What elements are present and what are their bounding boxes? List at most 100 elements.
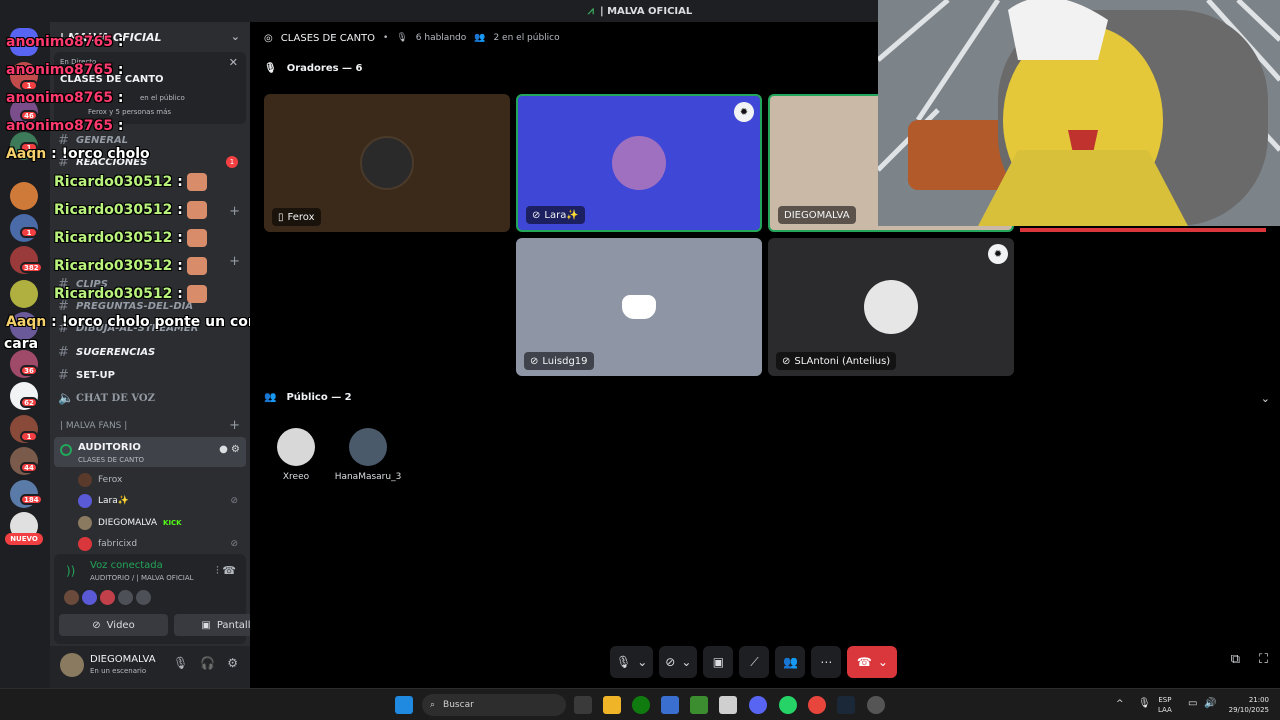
avatar[interactable] xyxy=(60,653,84,677)
task-view-icon[interactable] xyxy=(574,696,592,714)
gear-icon[interactable]: ⚙ xyxy=(227,656,238,670)
screen-share-button[interactable]: ▣ Pantalla xyxy=(174,614,250,636)
popout-icon[interactable]: ⧉ xyxy=(1231,652,1240,667)
voice-user[interactable]: Ferox xyxy=(78,470,122,490)
mic-button[interactable]: 🎙 ⌄ xyxy=(610,646,654,678)
server-badge: 46 xyxy=(20,110,38,121)
voice-location[interactable]: AUDITORIO / | MALVA OFICIAL xyxy=(90,574,194,582)
live-channel-name: CLASES DE CANTO xyxy=(60,74,164,85)
moderator-badge-icon: ✹ xyxy=(988,244,1008,264)
volume-icon[interactable]: 🔊 xyxy=(1204,699,1216,709)
stage-icon: ◎ xyxy=(264,32,273,44)
leave-call-button[interactable]: ☎ ⌄ xyxy=(847,646,898,678)
add-channel-icon[interactable]: + xyxy=(229,204,240,219)
voice-user-name: DIEGOMALVA xyxy=(98,518,158,528)
channel-set-up[interactable]: # SET-UP xyxy=(58,365,244,385)
chrome-icon[interactable] xyxy=(808,696,826,714)
webcam-feed xyxy=(878,0,1280,226)
speaker-tile[interactable]: ✹ ⊘ Lara✨ xyxy=(516,94,762,232)
discord-icon[interactable] xyxy=(749,696,767,714)
server-badge: 36 xyxy=(20,365,38,376)
screen-share-button[interactable]: ▣ xyxy=(703,646,734,678)
channel-chat-de-voz[interactable]: 🔈 CHAT DE VOZ xyxy=(58,388,244,408)
server-name: | MALVA OFICIAL xyxy=(60,30,162,44)
whatsapp-icon[interactable] xyxy=(779,696,797,714)
voice-user[interactable]: Lara✨ xyxy=(78,491,129,511)
obs-icon[interactable] xyxy=(867,696,885,714)
discord-home-icon[interactable] xyxy=(10,28,38,56)
stage-channel-name: CLASES DE CANTO xyxy=(280,32,376,44)
channel-preguntas[interactable]: # PREGUNTAS-DEL-DIA xyxy=(58,296,244,316)
malva-logo-icon: ⩘ xyxy=(587,4,594,17)
server-badge: 44 xyxy=(20,462,38,473)
add-channel-icon[interactable]: + xyxy=(229,418,240,433)
mic-icon[interactable]: 🎙 xyxy=(1138,699,1151,709)
activity-avatars xyxy=(64,590,151,605)
more-options-button[interactable]: ⋯ xyxy=(811,646,842,678)
channel-label: SUGERENCIAS xyxy=(76,346,156,358)
people-icon: 👥 xyxy=(474,33,486,43)
audience-member[interactable]: HanaMasaru_3 xyxy=(328,428,408,482)
taskbar: ⌕ Buscar ^ ESP LAA 🎙 ▭ 🔊 21:00 29/10/202… xyxy=(0,688,1280,720)
voice-user[interactable]: DIEGOMALVA KICK xyxy=(78,513,182,533)
user-name: DIEGOMALVA xyxy=(90,654,156,665)
fullscreen-icon[interactable]: ⛶ xyxy=(1259,652,1268,667)
chevron-up-icon[interactable]: ^ xyxy=(1116,699,1124,709)
speaking-count: 6 hablando xyxy=(415,33,467,43)
server-icon-7[interactable] xyxy=(10,280,38,308)
app-icon[interactable] xyxy=(719,696,737,714)
chevron-down-icon[interactable]: ⌄ xyxy=(1261,392,1270,405)
voice-channel-name: AUDITORIO xyxy=(78,442,141,453)
video-button[interactable]: ⊘ Video xyxy=(59,614,168,636)
avatar xyxy=(349,428,387,466)
server-header[interactable]: | MALVA OFICIAL ⌄ xyxy=(50,22,250,52)
live-stage-card[interactable]: En Directo ✕ CLASES DE CANTO en el públi… xyxy=(54,52,246,124)
close-icon[interactable]: ✕ xyxy=(229,56,238,69)
server-icon-4[interactable] xyxy=(10,182,38,210)
stage-icon xyxy=(60,444,72,456)
speaker-label: DIEGOMALVA xyxy=(778,206,856,224)
user-status: En un escenario xyxy=(90,667,147,675)
speaker-tile[interactable]: ⊘ Luisdg19 xyxy=(516,238,762,376)
speaker-label: ▯ Ferox xyxy=(272,208,321,226)
add-channel-icon[interactable]: + xyxy=(229,254,240,269)
unread-badge: 1 xyxy=(226,156,238,168)
server-icon-8[interactable] xyxy=(10,312,38,340)
audience-member[interactable]: Xreeo xyxy=(256,428,336,482)
server-rail: 1 46 1 1 382 36 62 1 44 184 NUEVO xyxy=(0,22,50,688)
network-icon[interactable]: ▭ xyxy=(1188,699,1197,709)
headphones-icon[interactable]: 🎧 xyxy=(200,656,215,670)
channel-reacciones[interactable]: # REACCIONES 1 xyxy=(58,152,244,172)
voice-channel-auditorio[interactable]: AUDITORIO CLASES DE CANTO ● ⚙ xyxy=(54,437,246,467)
speaker-tile[interactable]: ▯ Ferox xyxy=(264,94,510,232)
channel-general[interactable]: # GENERAL xyxy=(58,130,244,150)
audience-heading: 👥 Público — 2 xyxy=(264,392,352,403)
file-explorer-icon[interactable] xyxy=(603,696,621,714)
channel-tools-icon[interactable]: ● ⚙ xyxy=(219,444,240,455)
avatar xyxy=(612,136,666,190)
xbox-icon[interactable] xyxy=(632,696,650,714)
video-label: Video xyxy=(106,619,135,631)
store-icon[interactable] xyxy=(661,696,679,714)
steam-icon[interactable] xyxy=(837,696,855,714)
channel-sugerencias[interactable]: # SUGERENCIAS xyxy=(58,342,244,362)
mic-icon[interactable]: 🎙 xyxy=(173,656,188,670)
channel-clips[interactable]: # CLIPS xyxy=(58,274,244,294)
server-badge: 62 xyxy=(20,397,38,408)
windows-start-icon[interactable] xyxy=(395,696,413,714)
voice-status[interactable]: Voz conectada xyxy=(90,560,163,571)
language-indicator[interactable]: ESP LAA xyxy=(1158,695,1172,715)
activity-button[interactable]: ⟋ xyxy=(739,646,770,678)
avatar xyxy=(277,428,315,466)
disconnect-icon[interactable]: ⫶ ☎ xyxy=(216,564,236,578)
minecraft-icon[interactable] xyxy=(690,696,708,714)
server-badge: 1 xyxy=(20,227,38,238)
speaker-tile[interactable]: ✹ ⊘ SLAntoni (Antelius) xyxy=(768,238,1014,376)
invite-button[interactable]: 👥 xyxy=(775,646,806,678)
taskbar-search[interactable]: ⌕ Buscar xyxy=(422,694,566,716)
clock[interactable]: 21:00 29/10/2025 xyxy=(1225,695,1269,715)
category-malva-fans[interactable]: | MALVA FANS | xyxy=(60,421,127,431)
camera-button[interactable]: ⊘ ⌄ xyxy=(659,646,698,678)
voice-user[interactable]: fabricixd xyxy=(78,534,137,554)
channel-dibuja[interactable]: # DIBUJA-AL-STREAMER xyxy=(58,318,244,338)
